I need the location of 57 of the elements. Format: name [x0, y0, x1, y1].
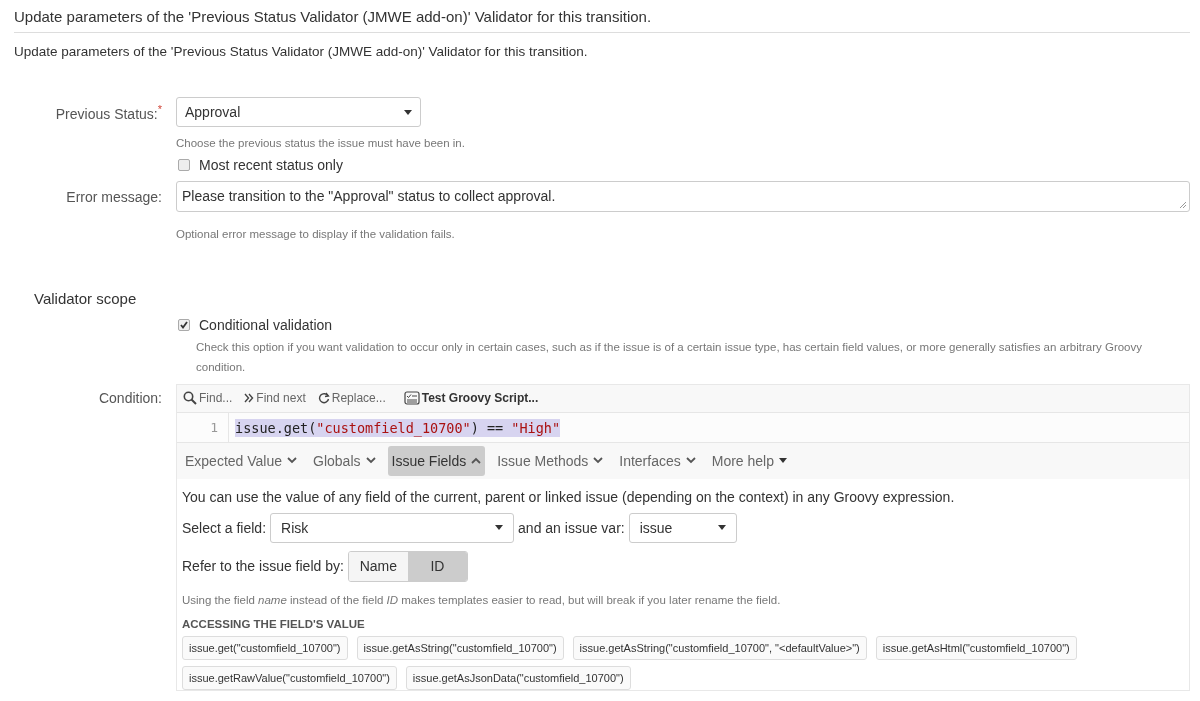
- code-snippet[interactable]: issue.getAsHtml("customfield_10700"): [875, 635, 1077, 660]
- field-select[interactable]: Risk: [270, 512, 515, 543]
- description: Update parameters of the 'Previous Status Validator (JMWE add-on)' Validator for this transition.: [14, 44, 589, 59]
- help-tab[interactable]: Issue Fields: [387, 445, 486, 476]
- toolbar-button[interactable]: Test Groovy Script...: [403, 391, 539, 405]
- field-label: Select a field:: [182, 519, 267, 536]
- toolbar-button[interactable]: Replace...: [317, 391, 386, 405]
- code-snippet[interactable]: issue.getAsString("customfield_10700"): [356, 635, 564, 660]
- checkbox[interactable]: [178, 159, 190, 172]
- note-text: Using the field name instead of the field ID makes templates easier to read, but will break if you later rename the field.: [182, 593, 782, 606]
- checkbox-label: Conditional validation: [199, 317, 333, 334]
- status-select[interactable]: Approval: [176, 97, 421, 127]
- field-label: and an issue var:: [518, 519, 625, 536]
- refresh-icon: [317, 392, 330, 404]
- toggle-option[interactable]: Name: [348, 551, 408, 581]
- caret-icon: [779, 458, 787, 463]
- chevron-icon: [685, 457, 696, 464]
- code-snippet[interactable]: issue.getRawValue("customfield_10700"): [182, 665, 397, 690]
- section-title: Validator scope: [34, 290, 138, 308]
- field-label: Previous Status:$^{*}$: [54, 102, 162, 122]
- search-icon: [183, 391, 197, 405]
- line-number: 1: [177, 412, 229, 442]
- chevron-icon: [593, 457, 604, 464]
- code-snippet[interactable]: issue.getAsString("customfield_10700", "<defaultValue>"): [572, 635, 867, 660]
- caret-icon: [404, 109, 412, 115]
- help-text: Choose the previous status the issue must have been in.: [176, 136, 466, 151]
- checkbox[interactable]: [178, 319, 190, 332]
- field-label: Condition:: [97, 388, 162, 406]
- field-label: Refer to the issue field by:: [182, 558, 344, 574]
- section-heading: ACCESSING THE FIELD'S VALUE: [182, 617, 366, 630]
- chevron-icon: [471, 457, 482, 464]
- help-tab[interactable]: Issue Methods: [493, 445, 608, 476]
- help-tab[interactable]: Globals: [309, 445, 380, 476]
- chevron-icon: [365, 457, 376, 464]
- checklist-icon: [403, 391, 420, 405]
- error-message-field[interactable]: Please transition to the "Approval" status to collect approval.: [176, 181, 1190, 213]
- help-tab[interactable]: More help: [707, 445, 791, 476]
- help-text: Optional error message to display if the validation fails.: [176, 227, 456, 243]
- toolbar-button[interactable]: Find next: [244, 391, 306, 405]
- caret-icon: [717, 525, 726, 530]
- required-mark: *: [157, 102, 162, 115]
- checkbox-label: Most recent status only: [199, 157, 343, 174]
- intro-text: You can use the value of any field of the current, parent or linked issue (depending on the context) in any Groovy expression.: [182, 488, 956, 505]
- caret-icon: [495, 525, 504, 530]
- toolbar-button[interactable]: Find...: [183, 391, 233, 405]
- help-tab[interactable]: Interfaces: [615, 445, 700, 476]
- code-snippet[interactable]: issue.getAsJsonData("customfield_10700"): [405, 665, 631, 690]
- double-chevron-icon: [244, 393, 255, 403]
- code-snippet[interactable]: issue.get("customfield_10700"): [182, 635, 348, 660]
- chevron-icon: [287, 457, 298, 464]
- issue-var-select[interactable]: issue: [628, 512, 737, 543]
- help-text: Check this option if you want validation to occur only in certain cases, such as if the issue is of a certain issue type, has certain field values, or more generally satisfies an arbitrary Groovy condition.: [196, 340, 1143, 376]
- help-tab[interactable]: Expected Value: [181, 445, 302, 476]
- dialog-title: Update parameters of the 'Previous Status Validator (JMWE add-on)' Validator for this transition.: [14, 8, 1190, 33]
- toggle-option[interactable]: ID: [407, 551, 467, 581]
- resize-grip-icon: [1179, 201, 1187, 210]
- field-label: Error message:: [65, 188, 162, 205]
